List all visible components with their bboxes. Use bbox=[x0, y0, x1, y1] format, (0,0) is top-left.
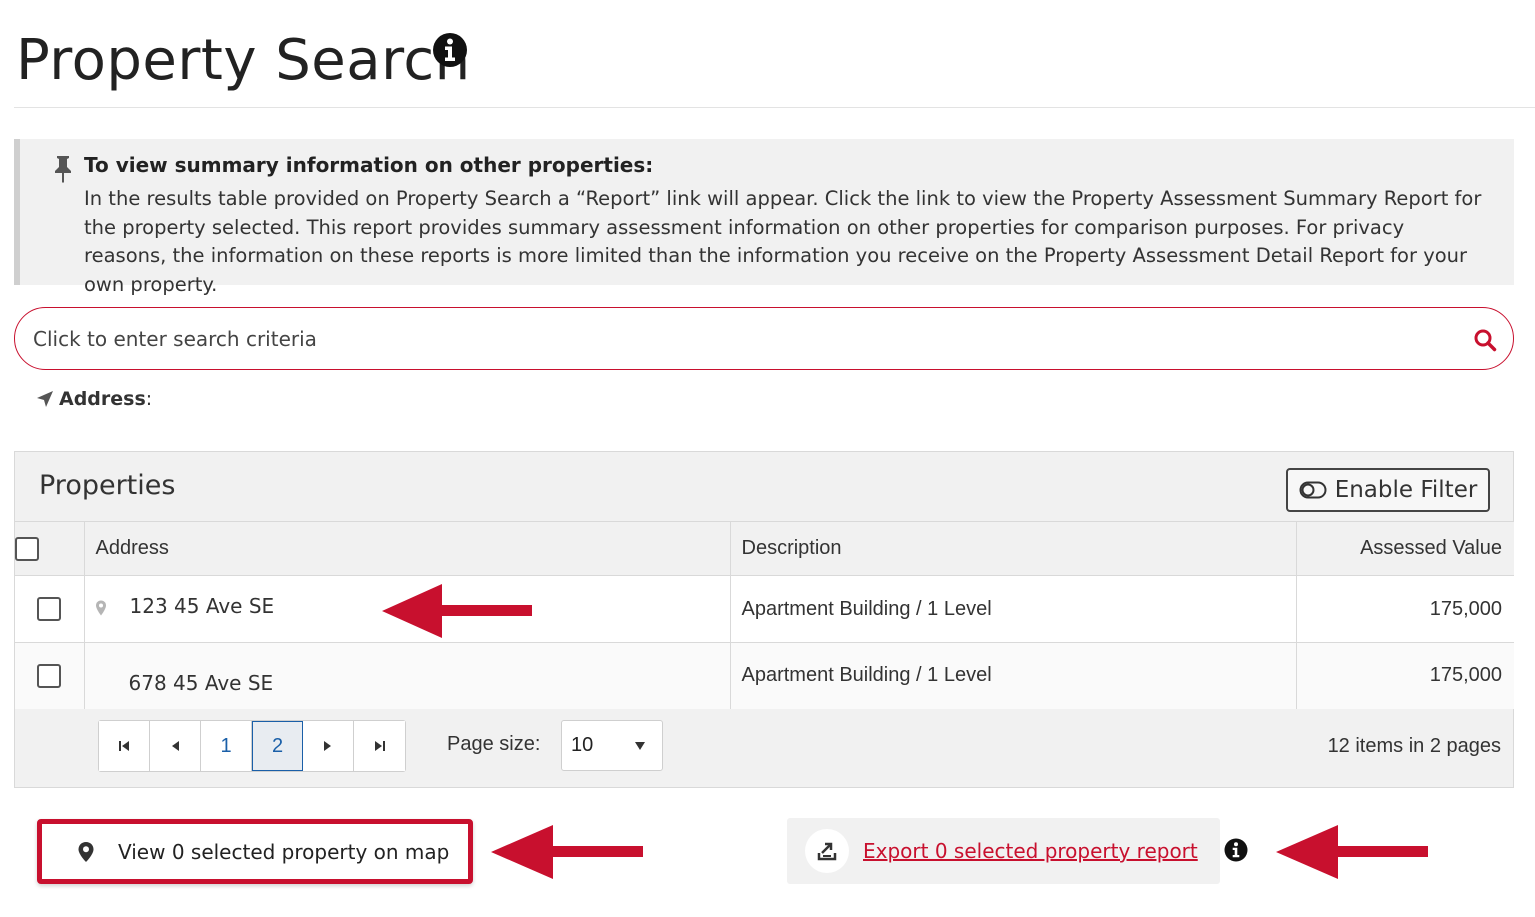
page-size-select[interactable]: 10 bbox=[561, 720, 663, 771]
address-cell: 678 45 Ave SE bbox=[83, 642, 730, 709]
annotation-arrow-icon bbox=[382, 584, 532, 638]
search-input[interactable] bbox=[33, 322, 1433, 356]
last-page-button[interactable] bbox=[354, 721, 405, 771]
pager-summary: 12 items in 2 pages bbox=[1327, 735, 1501, 757]
first-page-icon bbox=[119, 741, 129, 751]
properties-panel: Properties Enable Filter Address Descrip… bbox=[14, 451, 1514, 788]
export-icon bbox=[817, 842, 837, 861]
export-icon-wrapper bbox=[805, 829, 849, 873]
pagination: 1 2 bbox=[98, 720, 406, 772]
address-value: 678 45 Ave SE bbox=[128, 671, 274, 695]
column-header-description[interactable]: Description bbox=[729, 521, 1296, 576]
table-row[interactable]: 123 45 Ave SE Apartment Building / 1 Lev… bbox=[15, 575, 1514, 643]
notice-body: In the results table provided on Propert… bbox=[84, 187, 1482, 296]
last-page-icon bbox=[374, 741, 385, 751]
properties-table: Address Description Assessed Value 123 4… bbox=[15, 521, 1514, 709]
next-page-icon bbox=[324, 741, 331, 751]
info-circle-icon[interactable] bbox=[1224, 838, 1248, 862]
location-arrow-icon bbox=[37, 391, 53, 407]
annotation-arrow-icon bbox=[491, 825, 643, 879]
row-checkbox-cell bbox=[15, 575, 84, 643]
address-separator: : bbox=[145, 388, 153, 410]
info-circle-icon[interactable] bbox=[432, 32, 468, 68]
previous-page-icon bbox=[172, 741, 179, 751]
view-on-map-button[interactable]: View 0 selected property on map bbox=[37, 819, 473, 884]
info-notice: To view summary information on other pro… bbox=[14, 139, 1514, 296]
map-marker-icon bbox=[78, 841, 94, 862]
page-size-label: Page size: bbox=[447, 733, 541, 755]
assessed-value-cell: 175,000 bbox=[1295, 642, 1514, 709]
page-button-1[interactable]: 1 bbox=[201, 721, 252, 771]
row-checkbox[interactable] bbox=[37, 597, 62, 621]
select-all-cell bbox=[15, 521, 84, 576]
toggle-icon bbox=[1299, 481, 1327, 499]
chevron-down-icon bbox=[635, 742, 645, 750]
enable-filter-button[interactable]: Enable Filter bbox=[1286, 468, 1490, 512]
address-label: Address bbox=[59, 388, 146, 410]
notice-heading: To view summary information on other pro… bbox=[84, 153, 654, 177]
export-report-link[interactable]: Export 0 selected property report bbox=[863, 839, 1198, 863]
page-size-value: 10 bbox=[571, 734, 594, 756]
map-pin-icon[interactable] bbox=[95, 600, 107, 616]
search-icon[interactable] bbox=[1473, 328, 1497, 352]
properties-title: Properties bbox=[39, 470, 176, 501]
row-checkbox-cell bbox=[15, 642, 84, 709]
select-all-checkbox[interactable] bbox=[15, 536, 39, 561]
search-bar bbox=[14, 307, 1514, 370]
annotation-arrow-icon bbox=[1276, 825, 1428, 879]
previous-page-button[interactable] bbox=[150, 721, 201, 771]
description-cell: Apartment Building / 1 Level bbox=[729, 575, 1296, 643]
assessed-value-cell: 175,000 bbox=[1295, 575, 1514, 643]
next-page-button[interactable] bbox=[303, 721, 354, 771]
export-report-box: Export 0 selected property report bbox=[787, 818, 1220, 884]
description-cell: Apartment Building / 1 Level bbox=[729, 642, 1296, 709]
first-page-button[interactable] bbox=[99, 721, 150, 771]
enable-filter-label: Enable Filter bbox=[1334, 477, 1478, 503]
pushpin-icon bbox=[55, 156, 71, 183]
address-value: 123 45 Ave SE bbox=[129, 594, 275, 618]
page-title: Property Search bbox=[16, 28, 471, 93]
table-row[interactable]: 678 45 Ave SE Apartment Building / 1 Lev… bbox=[15, 642, 1514, 709]
title-divider bbox=[14, 107, 1535, 108]
column-header-assessed-value[interactable]: Assessed Value bbox=[1295, 521, 1514, 576]
table-header-row: Address Description Assessed Value bbox=[15, 521, 1514, 576]
address-criteria: Address : bbox=[36, 386, 152, 412]
page-button-2[interactable]: 2 bbox=[252, 721, 303, 771]
row-checkbox[interactable] bbox=[37, 663, 62, 688]
column-header-address[interactable]: Address bbox=[83, 521, 730, 576]
view-on-map-label: View 0 selected property on map bbox=[118, 839, 450, 864]
